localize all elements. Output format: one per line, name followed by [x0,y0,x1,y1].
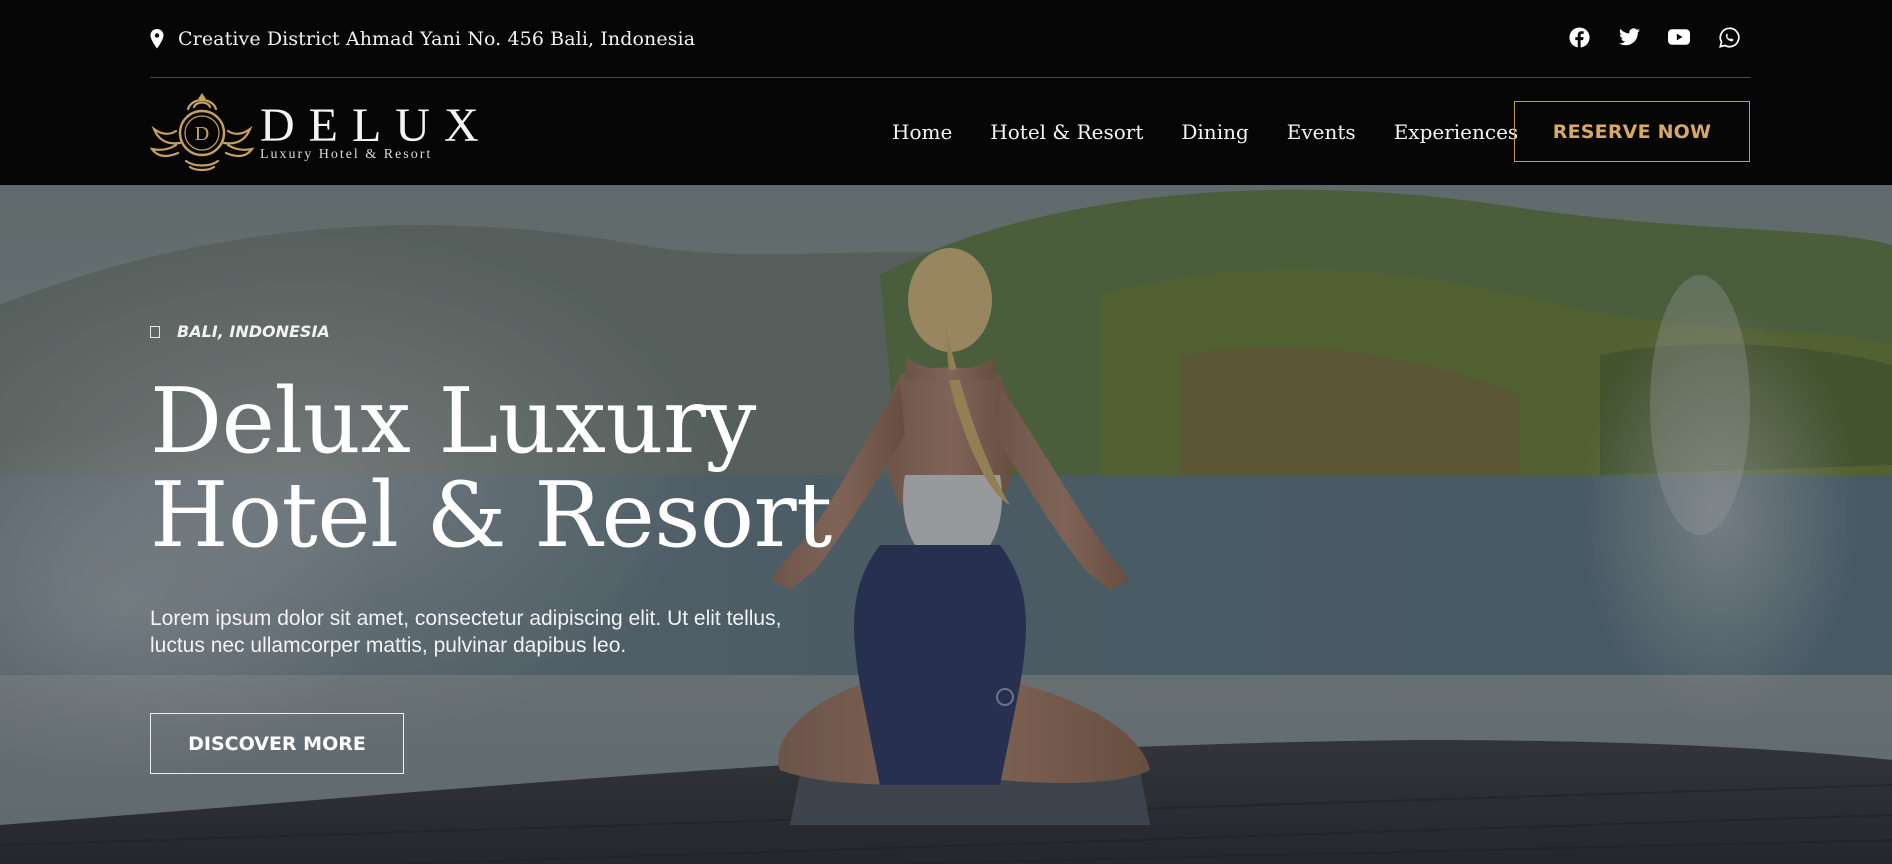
hero-section: BALI, INDONESIA Delux Luxury Hotel & Res… [0,185,1892,864]
brand-name: DELUX [260,99,493,152]
nav-menu: Home Hotel & Resort Dining Events Experi… [892,79,1556,185]
facebook-icon[interactable] [1568,26,1590,48]
logo-text: DELUX Luxury Hotel & Resort [260,99,493,163]
reserve-now-button[interactable]: RESERVE NOW [1514,101,1750,162]
social-links [1568,26,1740,48]
hero-description: Lorem ipsum dolor sit amet, consectetur … [150,607,782,657]
hero-title-line-2: Hotel & Resort [150,463,832,568]
discover-more-button[interactable]: DISCOVER MORE [150,713,404,774]
crest-logo-icon: D [150,93,254,172]
location-icon [150,325,160,338]
hero-title-line-1: Delux Luxury [150,369,756,474]
nav-item-dining[interactable]: Dining [1181,120,1248,144]
top-bar: Creative District Ahmad Yani No. 456 Bal… [150,0,1750,78]
whatsapp-icon[interactable] [1718,26,1740,48]
logo-monogram: D [195,123,209,145]
twitter-icon[interactable] [1618,26,1640,48]
address-text: Creative District Ahmad Yani No. 456 Bal… [178,28,696,50]
youtube-icon[interactable] [1668,26,1690,48]
site-header: Creative District Ahmad Yani No. 456 Bal… [0,0,1892,185]
hero-location: BALI, INDONESIA [150,322,330,341]
main-navigation-bar: D DELUX Luxury Hotel & Resort Home Hotel… [150,79,1750,185]
hero-title: Delux Luxury Hotel & Resort [150,375,850,563]
logo[interactable]: D DELUX Luxury Hotel & Resort [150,93,493,173]
nav-item-experiences[interactable]: Experiences [1394,120,1519,144]
address: Creative District Ahmad Yani No. 456 Bal… [150,24,695,54]
nav-item-hotel-resort[interactable]: Hotel & Resort [990,120,1143,144]
nav-item-events[interactable]: Events [1287,120,1356,144]
hero-location-text: BALI, INDONESIA [177,322,330,341]
nav-item-home[interactable]: Home [892,120,952,144]
map-pin-icon [150,29,164,49]
